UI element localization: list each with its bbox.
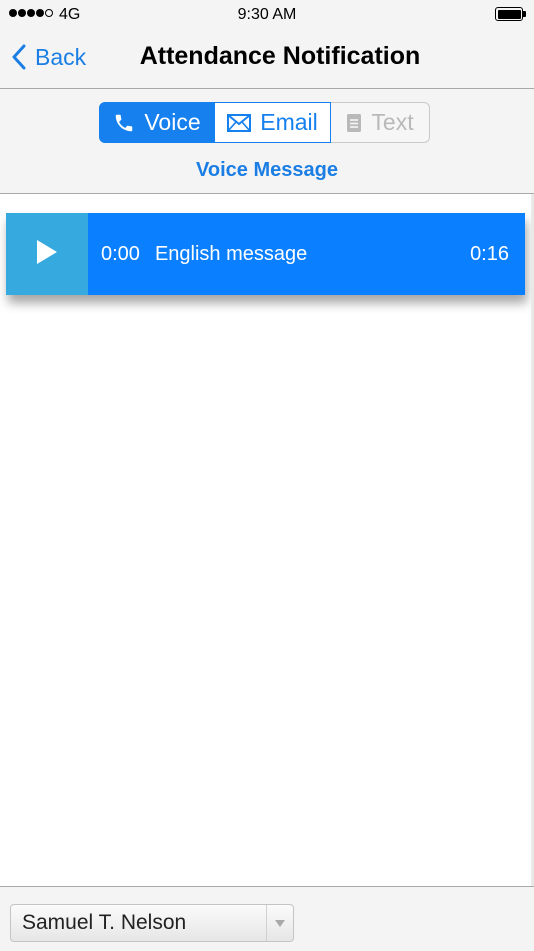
message-list: 0:00 English message 0:16 (0, 194, 531, 886)
tab-voice[interactable]: Voice (99, 102, 215, 143)
audio-message-info[interactable]: 0:00 English message 0:16 (88, 213, 525, 295)
status-time: 9:30 AM (237, 6, 297, 23)
chevron-left-icon (12, 44, 26, 70)
tab-voice-label: Voice (144, 109, 201, 135)
message-type-area: Voice Email Text Voice Message (0, 89, 534, 194)
phone-icon (113, 112, 135, 134)
battery-tip (523, 11, 526, 17)
play-icon (36, 239, 58, 270)
audio-elapsed-time: 0:00 (101, 242, 140, 265)
section-title: Voice Message (196, 159, 338, 181)
bottom-bar: Samuel T. Nelson (0, 886, 534, 951)
envelope-icon (227, 113, 252, 132)
page-title: Attendance Notification (139, 42, 421, 70)
navigation-bar: Back Attendance Notification (0, 30, 534, 89)
tab-email[interactable]: Email (215, 102, 331, 143)
student-select-value: Samuel T. Nelson (22, 911, 187, 934)
audio-message-row: 0:00 English message 0:16 (6, 213, 525, 295)
tab-text[interactable]: Text (331, 102, 430, 143)
student-select[interactable]: Samuel T. Nelson (10, 904, 294, 942)
battery-icon (495, 7, 523, 21)
audio-message-label: English message (154, 242, 308, 265)
status-bar: 4G 9:30 AM (0, 0, 534, 30)
play-button[interactable] (6, 213, 88, 295)
back-button[interactable]: Back (12, 42, 86, 72)
message-type-tabs: Voice Email Text (99, 102, 430, 143)
audio-duration: 0:16 (470, 242, 509, 265)
triangle-down-icon (266, 905, 293, 941)
document-icon (346, 113, 362, 133)
tab-text-label: Text (371, 109, 414, 135)
tab-email-label: Email (260, 109, 318, 135)
back-label: Back (35, 44, 87, 70)
